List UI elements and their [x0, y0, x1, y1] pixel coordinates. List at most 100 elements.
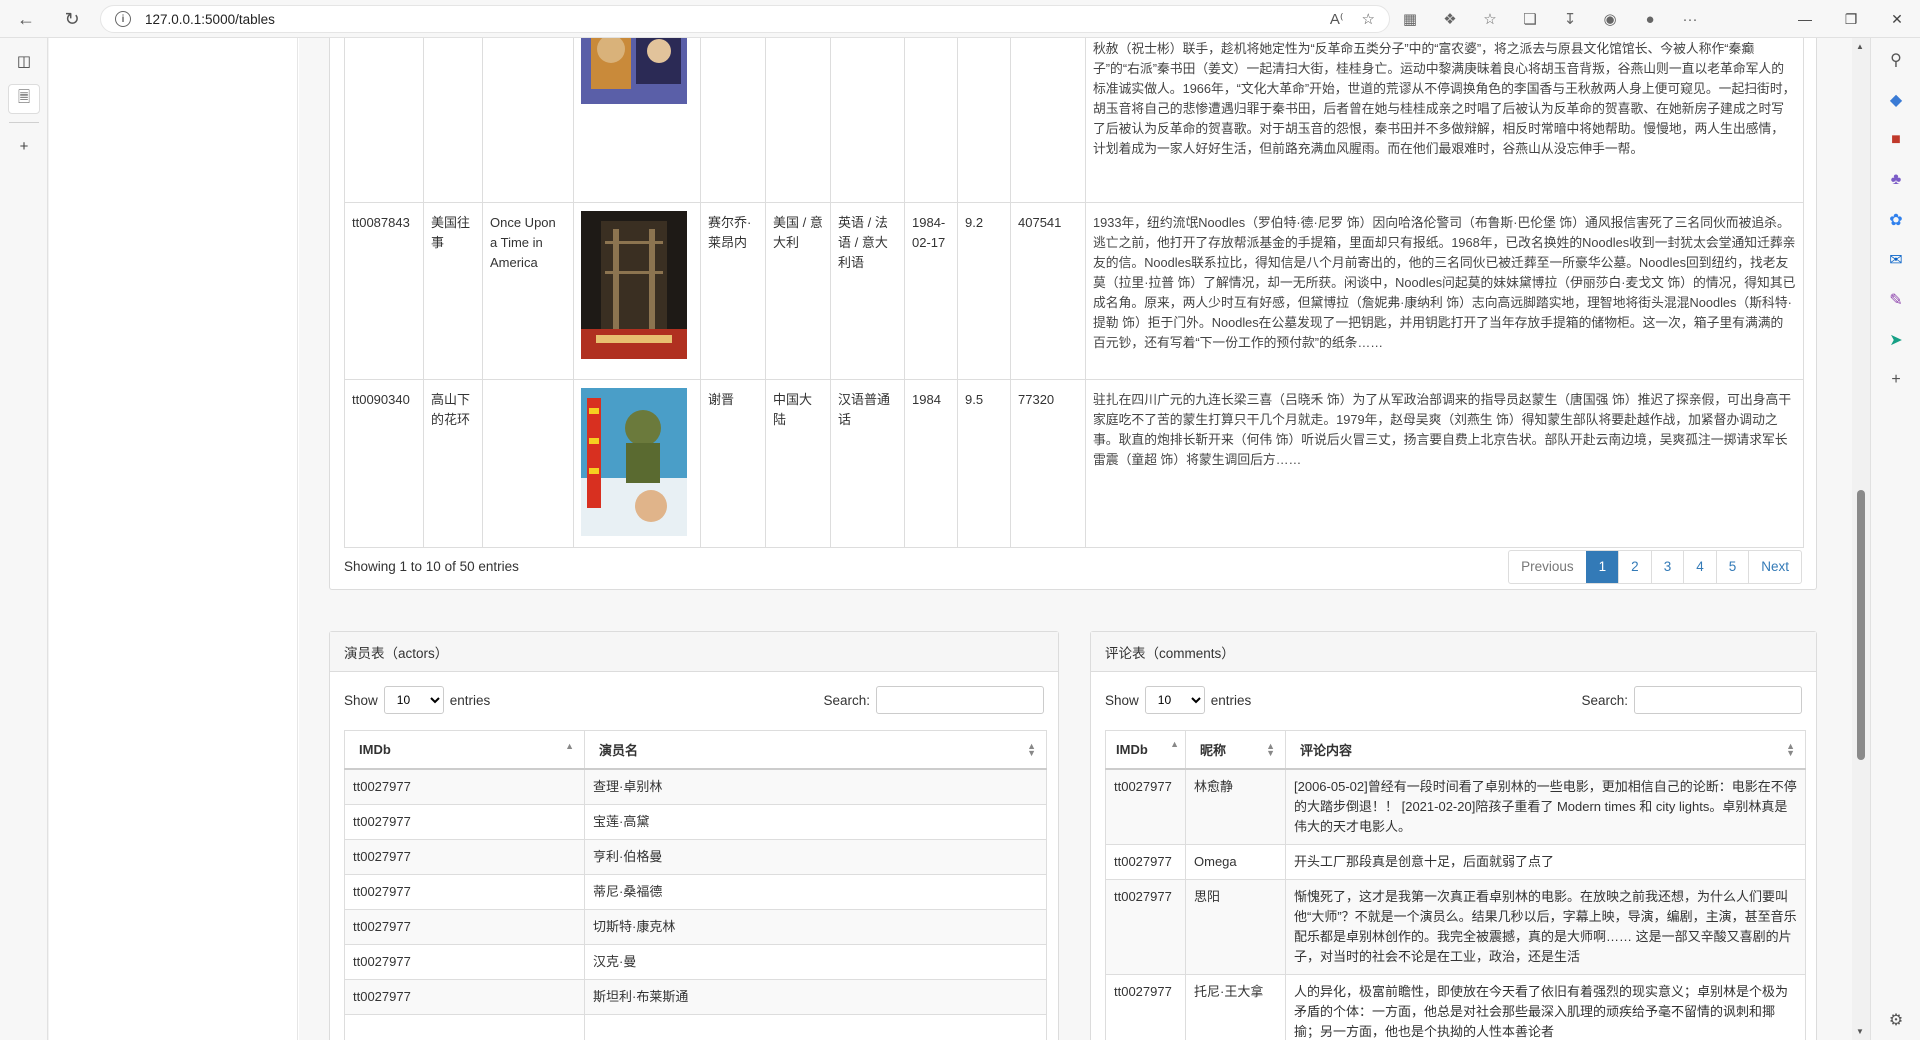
- show-label: Show: [1105, 692, 1139, 708]
- designer-icon[interactable]: ✎: [1871, 280, 1920, 320]
- collections-icon[interactable]: ❏: [1510, 6, 1550, 32]
- restore-icon[interactable]: ❐: [1828, 0, 1874, 38]
- minimize-icon[interactable]: —: [1782, 0, 1828, 38]
- cell-imdb: tt0027977: [344, 978, 585, 1015]
- toolbox-icon[interactable]: ■: [1871, 120, 1920, 160]
- table-row: tt0027977 思阳 惭愧死了，这才是我第一次真正看卓别林的电影。在放映之前我还…: [1105, 878, 1806, 975]
- download-icon[interactable]: ↧: [1550, 6, 1590, 32]
- puzzle-icon[interactable]: ❖: [1430, 6, 1470, 32]
- tag-icon[interactable]: ◆: [1871, 80, 1920, 120]
- table-row: tt0027977 亨利·伯格曼: [344, 838, 1047, 875]
- cell-comment: 惭愧死了，这才是我第一次真正看卓别林的电影。在放映之前我还想，为什么人们要叫他“…: [1285, 878, 1806, 975]
- scroll-up-icon[interactable]: ▲: [1856, 42, 1864, 51]
- col-nickname[interactable]: 昵称 ▲ ▼: [1185, 730, 1286, 770]
- actors-search-input[interactable]: [876, 686, 1044, 714]
- refresh-icon[interactable]: ↻: [54, 4, 90, 34]
- new-tab-icon[interactable]: +: [8, 131, 40, 161]
- tab-actions-icon[interactable]: ◫: [8, 46, 40, 76]
- table-row: tt0090340 高山下的花环 谢晋 中国大陆 汉语普通话 1984 9.5 …: [344, 379, 1804, 548]
- scroll-down-icon[interactable]: ▼: [1856, 1027, 1864, 1036]
- col-imdb[interactable]: IMDb ▲: [344, 730, 585, 770]
- back-icon[interactable]: ←: [8, 4, 44, 34]
- movie-poster-cell: [573, 38, 701, 203]
- movie-country: 美国 / 意大利: [765, 202, 831, 380]
- cell-nickname: 思阳: [1185, 878, 1286, 975]
- pagination-page-4[interactable]: 4: [1683, 551, 1716, 583]
- pagination-page-3[interactable]: 3: [1650, 551, 1684, 583]
- pagination-page-1[interactable]: 1: [1585, 551, 1619, 583]
- movie-votes: [1010, 38, 1086, 203]
- movie-poster: [581, 38, 687, 104]
- cell-imdb: tt0027977: [1105, 843, 1186, 880]
- cell-nickname: Omega: [1185, 843, 1286, 880]
- page-left-panel: [49, 38, 298, 1040]
- close-icon[interactable]: ✕: [1874, 0, 1920, 38]
- col-comment[interactable]: 评论内容 ▲ ▼: [1285, 730, 1806, 770]
- movie-language: [830, 38, 905, 203]
- movie-director: 谢晋: [700, 379, 766, 548]
- comments-length-control: Show 10 entries: [1105, 686, 1251, 714]
- divider: [9, 122, 39, 123]
- movie-poster-cell: [573, 202, 701, 380]
- sort-asc-icon: ▲: [565, 741, 574, 751]
- movie-poster: [581, 388, 687, 536]
- table-row: tt0027977 蒂尼·桑福德: [344, 873, 1047, 910]
- comments-search-input[interactable]: [1634, 686, 1802, 714]
- actors-card: 演员表（actors） Show 10 entries Search: IMDb…: [329, 631, 1059, 1040]
- site-info-icon[interactable]: i: [115, 11, 131, 27]
- cell-comment: 开头工厂那段真是创意十足，后面就弱了点了: [1285, 843, 1806, 880]
- movie-votes: 407541: [1010, 202, 1086, 380]
- address-bar[interactable]: i 127.0.0.1:5000/tables A⁽ ☆: [100, 5, 1390, 33]
- movie-date: 1984-02-17: [904, 202, 958, 380]
- cell-actor-name: 查理·卓别林: [584, 768, 1047, 805]
- movie-title: 高山下的花环: [423, 379, 483, 548]
- comments-table: IMDb ▲ 昵称 ▲ ▼ 评论内容 ▲ ▼ tt0027977 林愈静 [2006-05-0…: [1105, 730, 1806, 1040]
- cell-imdb: tt0027977: [344, 943, 585, 980]
- games-icon[interactable]: ♣: [1871, 160, 1920, 200]
- search-icon[interactable]: ⚲: [1871, 40, 1920, 80]
- movie-id: tt0087843: [344, 202, 424, 380]
- profile-icon[interactable]: ●: [1630, 6, 1670, 32]
- outlook-icon[interactable]: ✉: [1871, 240, 1920, 280]
- pagination-page-5[interactable]: 5: [1715, 551, 1749, 583]
- favorites-icon[interactable]: ☆: [1470, 6, 1510, 32]
- cell-comment: 人的异化，极富前瞻性，即使放在今天看了依旧有着强烈的现实意义；卓别林是个极为矛盾…: [1285, 973, 1806, 1040]
- pagination-page-2[interactable]: 2: [1618, 551, 1651, 583]
- movie-language: 汉语普通话: [830, 379, 905, 548]
- copilot-icon[interactable]: ✿: [1871, 200, 1920, 240]
- actors-length-select[interactable]: 10: [383, 686, 444, 714]
- table-row: [344, 1013, 1047, 1040]
- tab-current-page[interactable]: 🗏: [8, 84, 40, 114]
- movie-summary: 1933年，纽约流氓Noodles（罗伯特·德·尼罗 饰）因向哈洛伦警司（布鲁斯…: [1085, 202, 1804, 380]
- pagination-next[interactable]: Next: [1748, 551, 1801, 583]
- movie-title-en: Once Upon a Time in America: [482, 202, 574, 380]
- more-icon[interactable]: ···: [1670, 6, 1710, 32]
- col-imdb[interactable]: IMDb ▲: [1105, 730, 1186, 770]
- favorite-star-icon[interactable]: ☆: [1362, 10, 1375, 28]
- comments-length-select[interactable]: 10: [1144, 686, 1205, 714]
- page-viewport: 备日子更上一层楼时，迎上“四清运动”，一直嫉妒胡玉音的原国营饮食店经理、今县商业…: [49, 38, 1852, 1040]
- table-row: tt0087843 美国往事 Once Upon a Time in Ameri…: [344, 202, 1804, 380]
- movie-country: [765, 38, 831, 203]
- actors-search-control: Search:: [823, 686, 1044, 714]
- table-info: Showing 1 to 10 of 50 entries: [344, 559, 519, 574]
- table-row: tt0027977 林愈静 [2006-05-02]曾经有一段时间看了卓别林的一些电…: [1105, 768, 1806, 845]
- entries-label: entries: [1210, 692, 1252, 708]
- scrollbar-thumb[interactable]: [1857, 490, 1865, 760]
- cell-imdb: tt0027977: [344, 803, 585, 840]
- settings-icon[interactable]: ⚙: [1871, 1000, 1920, 1040]
- add-icon[interactable]: +: [1871, 360, 1920, 400]
- table-row: tt0027977 斯坦利·布莱斯通: [344, 978, 1047, 1015]
- pagination-previous[interactable]: Previous: [1509, 551, 1586, 583]
- table-row: tt0027977 托尼·王大拿 人的异化，极富前瞻性，即使放在今天看了依旧有着强烈…: [1105, 973, 1806, 1040]
- url-text: 127.0.0.1:5000/tables: [145, 11, 275, 27]
- entries-label: entries: [449, 692, 491, 708]
- extension-icon[interactable]: ▦: [1390, 6, 1430, 32]
- movie-rating: 9.5: [957, 379, 1011, 548]
- send-icon[interactable]: ➤: [1871, 320, 1920, 360]
- col-actor-name[interactable]: 演员名 ▲ ▼: [584, 730, 1047, 770]
- cell-comment: [2006-05-02]曾经有一段时间看了卓别林的一些电影，更加相信自己的论断：…: [1285, 768, 1806, 845]
- shield-icon[interactable]: ◉: [1590, 6, 1630, 32]
- page-scrollbar[interactable]: ▲ ▼: [1852, 38, 1870, 1040]
- read-aloud-icon[interactable]: A⁽: [1330, 10, 1344, 28]
